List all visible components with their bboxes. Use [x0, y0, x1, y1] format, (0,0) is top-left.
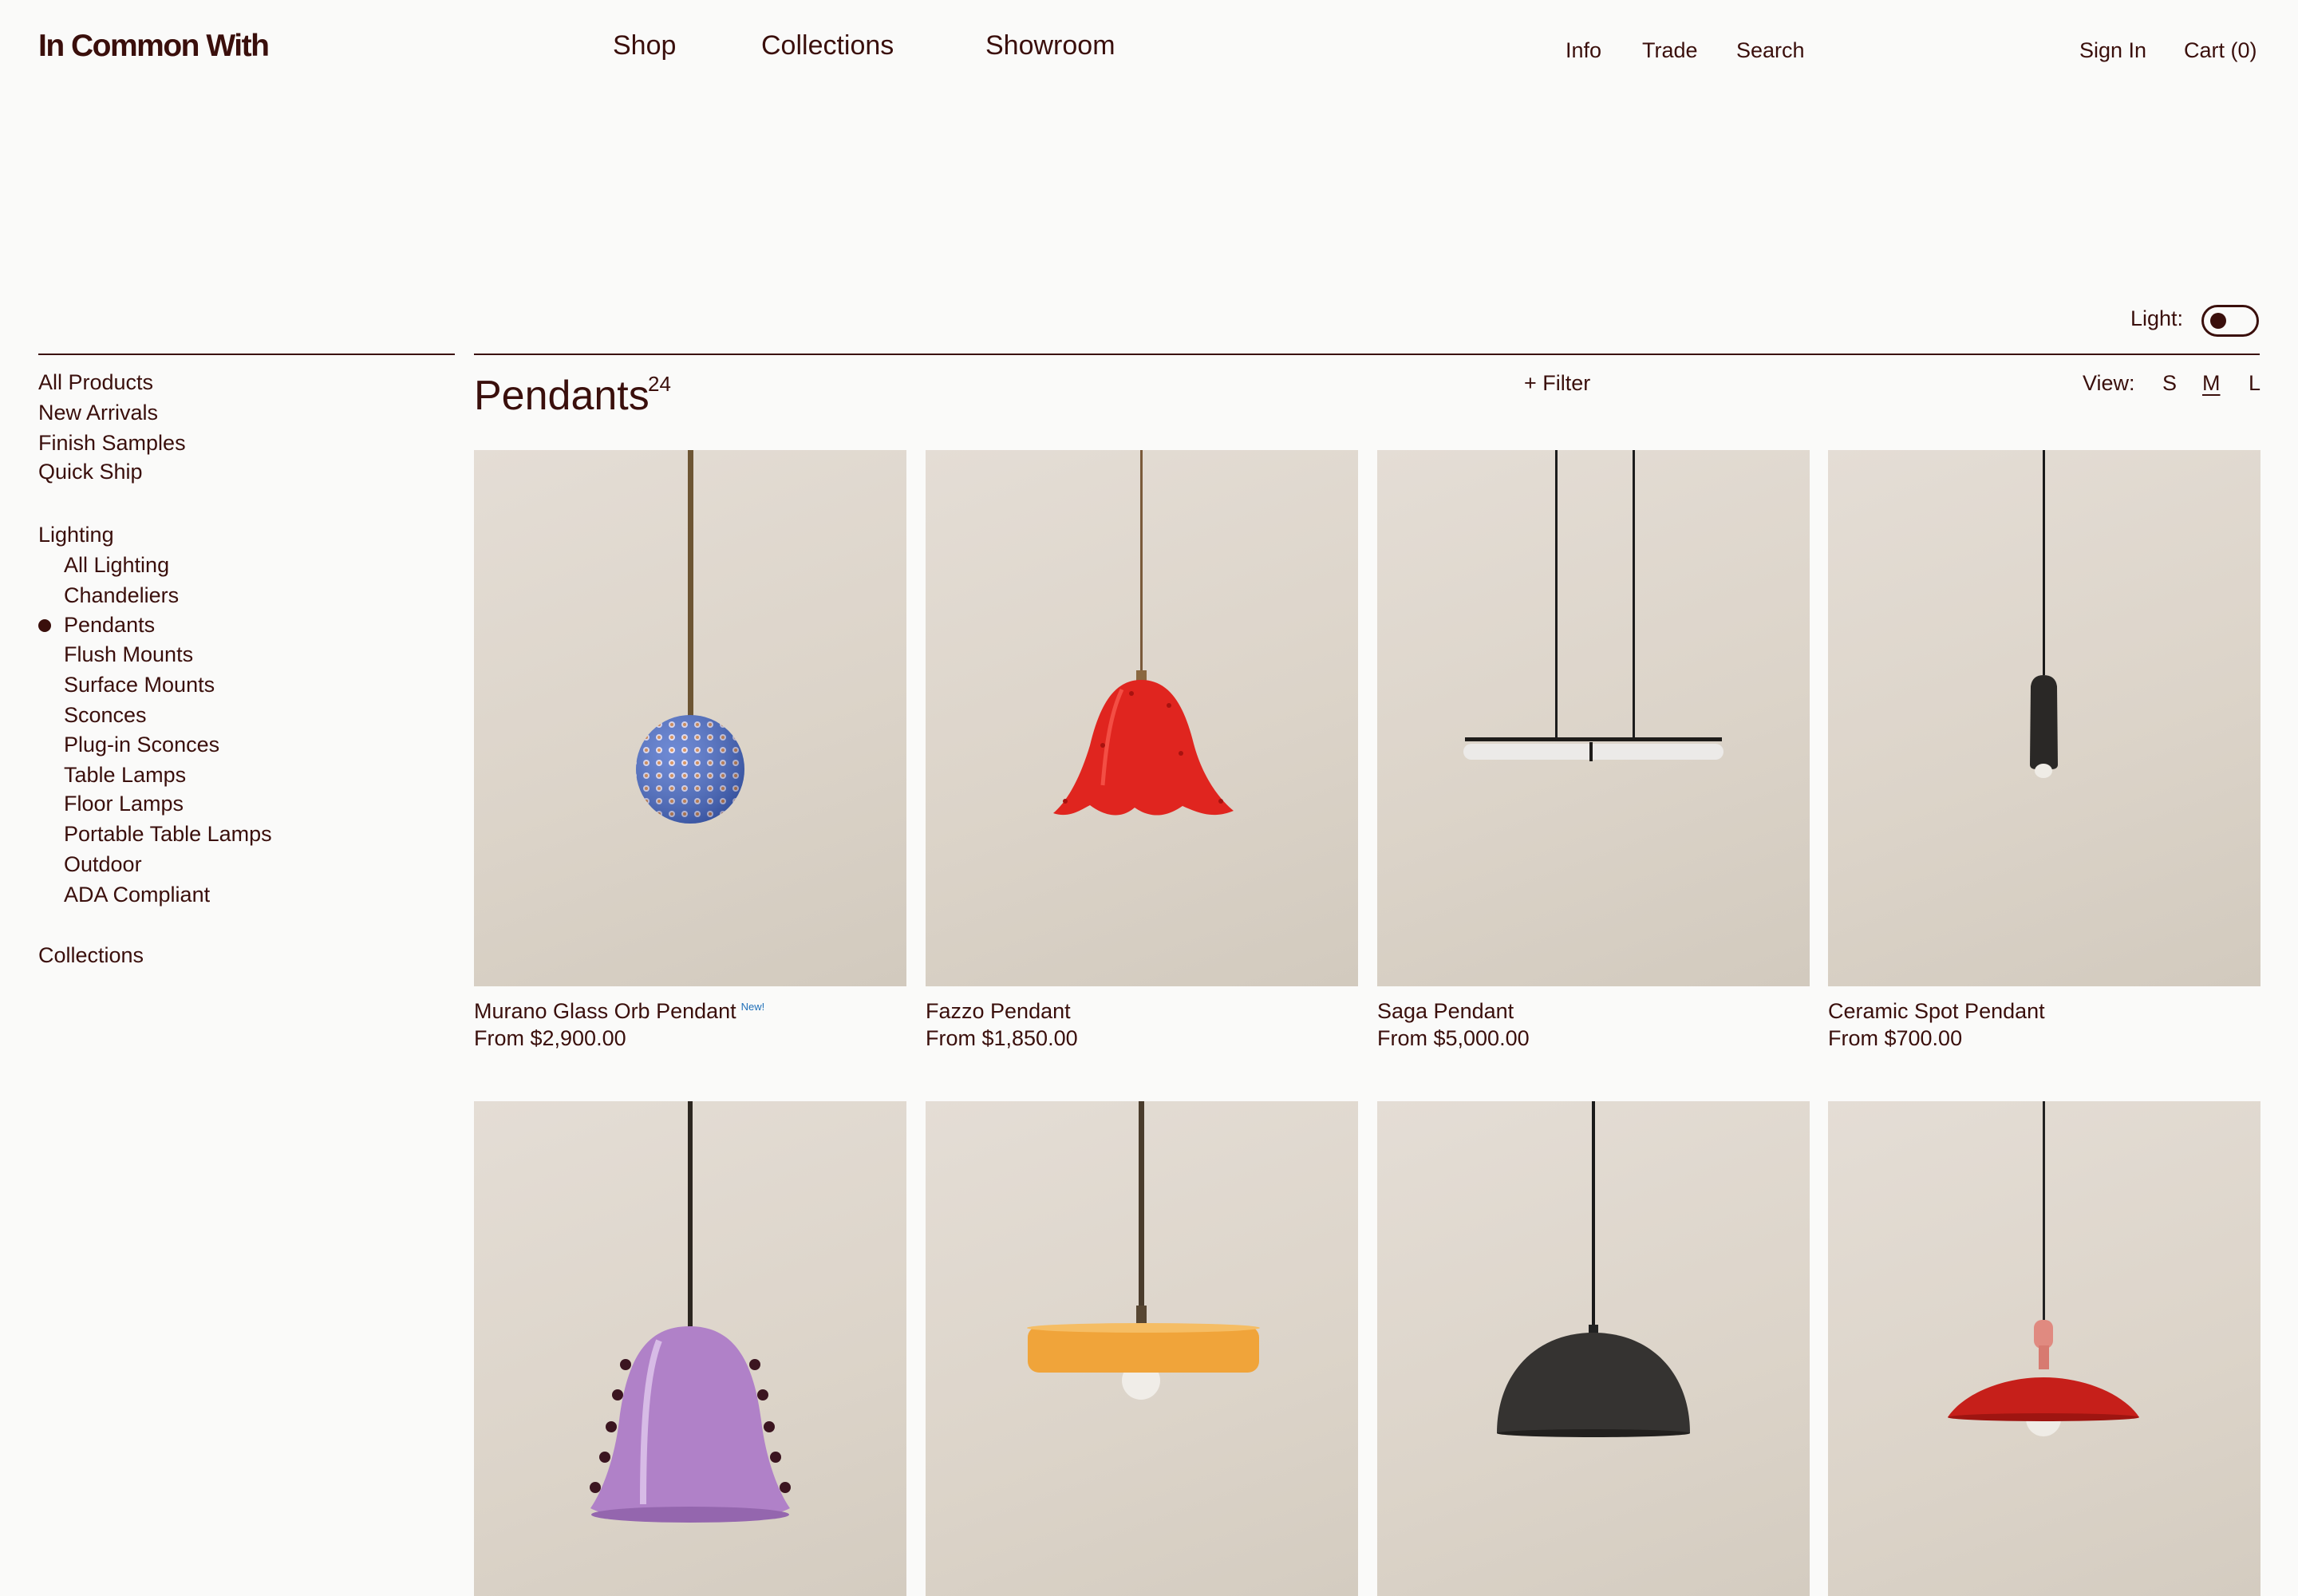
sidebar-heading-lighting[interactable]: Lighting	[38, 523, 114, 547]
view-size-s[interactable]: S	[2162, 371, 2177, 396]
sign-in-link[interactable]: Sign In	[2079, 38, 2146, 63]
sidebar-item-finish-samples[interactable]: Finish Samples	[38, 431, 186, 456]
product-image[interactable]	[1377, 1101, 1810, 1596]
product-image[interactable]	[474, 450, 906, 986]
sidebar-item-pendants[interactable]: Pendants	[64, 613, 155, 638]
product-image[interactable]	[926, 1101, 1358, 1596]
active-indicator	[38, 619, 51, 632]
page-title: Pendants	[474, 373, 650, 419]
light-toggle-label: Light:	[2130, 306, 2184, 330]
new-badge: New!	[740, 1001, 765, 1013]
sidebar-item-outdoor[interactable]: Outdoor	[64, 852, 142, 877]
product-image[interactable]	[1828, 1101, 2260, 1596]
sidebar-item-quick-ship[interactable]: Quick Ship	[38, 460, 143, 484]
sidebar-item-portable-table-lamps[interactable]: Portable Table Lamps	[64, 822, 272, 847]
nav-shop[interactable]: Shop	[613, 30, 676, 61]
product-name[interactable]: Ceramic Spot Pendant	[1828, 999, 2045, 1024]
nav-trade[interactable]: Trade	[1642, 38, 1698, 63]
cart-link[interactable]: Cart (0)	[2184, 38, 2257, 63]
sidebar-divider	[38, 354, 455, 355]
sidebar-item-plug-in-sconces[interactable]: Plug-in Sconces	[64, 733, 219, 757]
view-label: View:	[2083, 371, 2135, 395]
toggle-knob	[2210, 313, 2226, 329]
product-name[interactable]: Saga Pendant	[1377, 999, 1514, 1024]
product-image[interactable]	[926, 450, 1358, 986]
sidebar-item-table-lamps[interactable]: Table Lamps	[64, 763, 186, 788]
sidebar-item-collections[interactable]: Collections	[38, 943, 144, 968]
sidebar-item-chandeliers[interactable]: Chandeliers	[64, 583, 179, 608]
product-price: From $2,900.00	[474, 1026, 626, 1050]
nav-showroom[interactable]: Showroom	[985, 30, 1115, 61]
product-image[interactable]	[474, 1101, 906, 1596]
brand-logo[interactable]: In Common With	[38, 29, 270, 64]
product-name[interactable]: Murano Glass Orb Pendant New!	[474, 999, 764, 1024]
product-count: 24	[648, 372, 671, 396]
product-price: From $1,850.00	[926, 1026, 1078, 1050]
sidebar-item-ada-compliant[interactable]: ADA Compliant	[64, 883, 210, 907]
sidebar-item-sconces[interactable]: Sconces	[64, 703, 147, 728]
nav-info[interactable]: Info	[1566, 38, 1601, 63]
sidebar-item-all-lighting[interactable]: All Lighting	[64, 553, 169, 578]
content-divider	[474, 354, 2260, 355]
nav-collections[interactable]: Collections	[761, 30, 894, 61]
sidebar-item-surface-mounts[interactable]: Surface Mounts	[64, 673, 215, 697]
nav-search[interactable]: Search	[1736, 38, 1805, 63]
product-price: From $5,000.00	[1377, 1026, 1530, 1050]
product-image[interactable]	[1828, 450, 2260, 986]
product-image[interactable]	[1377, 450, 1810, 986]
light-toggle[interactable]	[2201, 305, 2259, 337]
sidebar-item-flush-mounts[interactable]: Flush Mounts	[64, 642, 193, 667]
filter-button[interactable]: + Filter	[1524, 371, 1590, 396]
view-size-l[interactable]: L	[2249, 371, 2260, 396]
sidebar-item-floor-lamps[interactable]: Floor Lamps	[64, 792, 184, 816]
product-price: From $700.00	[1828, 1026, 1963, 1050]
sidebar-item-new-arrivals[interactable]: New Arrivals	[38, 401, 158, 425]
sidebar-item-all-products[interactable]: All Products	[38, 370, 153, 395]
view-size-m[interactable]: M	[2202, 371, 2221, 396]
product-name[interactable]: Fazzo Pendant	[926, 999, 1071, 1024]
